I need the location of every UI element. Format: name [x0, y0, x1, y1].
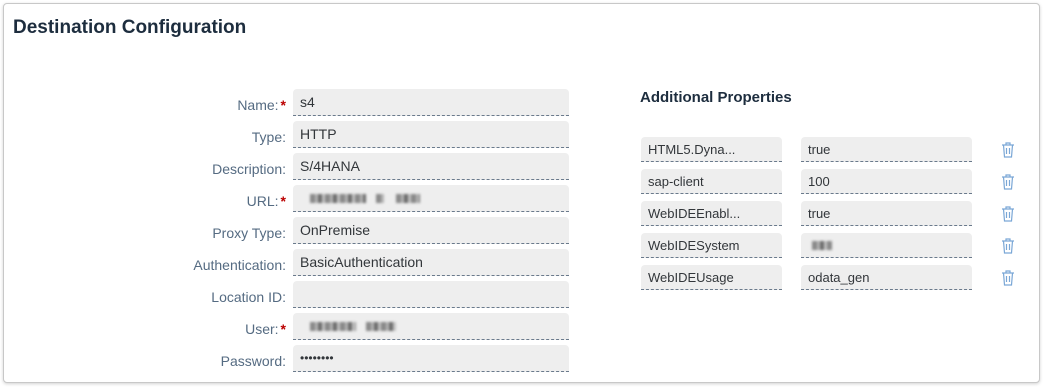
type-field[interactable]: HTTP	[293, 121, 569, 148]
type-label: Type:	[251, 129, 286, 145]
form-row-proxy-type: Proxy Type:	[4, 220, 294, 247]
user-field[interactable]	[293, 313, 569, 340]
password-label: Password:	[220, 353, 286, 369]
form-row-password: Password:	[4, 348, 294, 375]
user-label: User: *	[245, 321, 286, 337]
form-row-location-id: Location ID:	[4, 284, 294, 311]
trash-icon[interactable]	[1000, 237, 1016, 255]
property-key[interactable]: HTML5.Dyna...	[641, 137, 782, 162]
property-value[interactable]: true	[801, 201, 972, 226]
url-field[interactable]	[293, 185, 569, 212]
form-row-type: Type:	[4, 124, 294, 151]
form-row-name: Name: *	[4, 92, 294, 119]
property-key[interactable]: WebIDESystem	[641, 233, 782, 258]
trash-icon[interactable]	[1000, 205, 1016, 223]
redacted-text	[310, 193, 366, 203]
form-row-description: Description:	[4, 156, 294, 183]
property-value[interactable]: true	[801, 137, 972, 162]
property-value[interactable]: 100	[801, 169, 972, 194]
password-field[interactable]: ••••••••	[293, 345, 569, 372]
trash-icon[interactable]	[1000, 173, 1016, 191]
property-key[interactable]: WebIDEEnabl...	[641, 201, 782, 226]
required-marker: *	[280, 193, 286, 209]
property-value[interactable]	[801, 233, 972, 258]
redacted-text	[375, 193, 384, 203]
trash-icon[interactable]	[1000, 269, 1016, 287]
required-marker: *	[280, 321, 286, 337]
redacted-text	[365, 321, 396, 331]
description-field[interactable]: S/4HANA	[293, 153, 569, 180]
property-value[interactable]: odata_gen	[801, 265, 972, 290]
name-field[interactable]: s4	[293, 89, 569, 116]
redacted-text	[395, 193, 420, 203]
authentication-field[interactable]: BasicAuthentication	[293, 249, 569, 276]
destination-panel: Destination Configuration Name: * s4 Type…	[3, 3, 1040, 383]
location-id-label: Location ID:	[211, 289, 286, 305]
property-key[interactable]: sap-client	[641, 169, 782, 194]
location-id-field[interactable]	[293, 281, 569, 308]
name-label: Name: *	[237, 97, 286, 113]
page-title: Destination Configuration	[13, 17, 247, 38]
form-row-authentication: Authentication:	[4, 252, 294, 279]
authentication-label: Authentication:	[193, 257, 286, 273]
trash-icon[interactable]	[1000, 141, 1016, 159]
redacted-text	[812, 241, 832, 251]
form-row-url: URL: *	[4, 188, 294, 215]
required-marker: *	[280, 97, 286, 113]
description-label: Description:	[212, 161, 286, 177]
additional-properties-title: Additional Properties	[640, 89, 792, 106]
url-label: URL: *	[246, 193, 286, 209]
proxy-type-label: Proxy Type:	[212, 225, 286, 241]
redacted-text	[310, 321, 356, 331]
proxy-type-field[interactable]: OnPremise	[293, 217, 569, 244]
property-key[interactable]: WebIDEUsage	[641, 265, 782, 290]
form-row-user: User: *	[4, 316, 294, 343]
